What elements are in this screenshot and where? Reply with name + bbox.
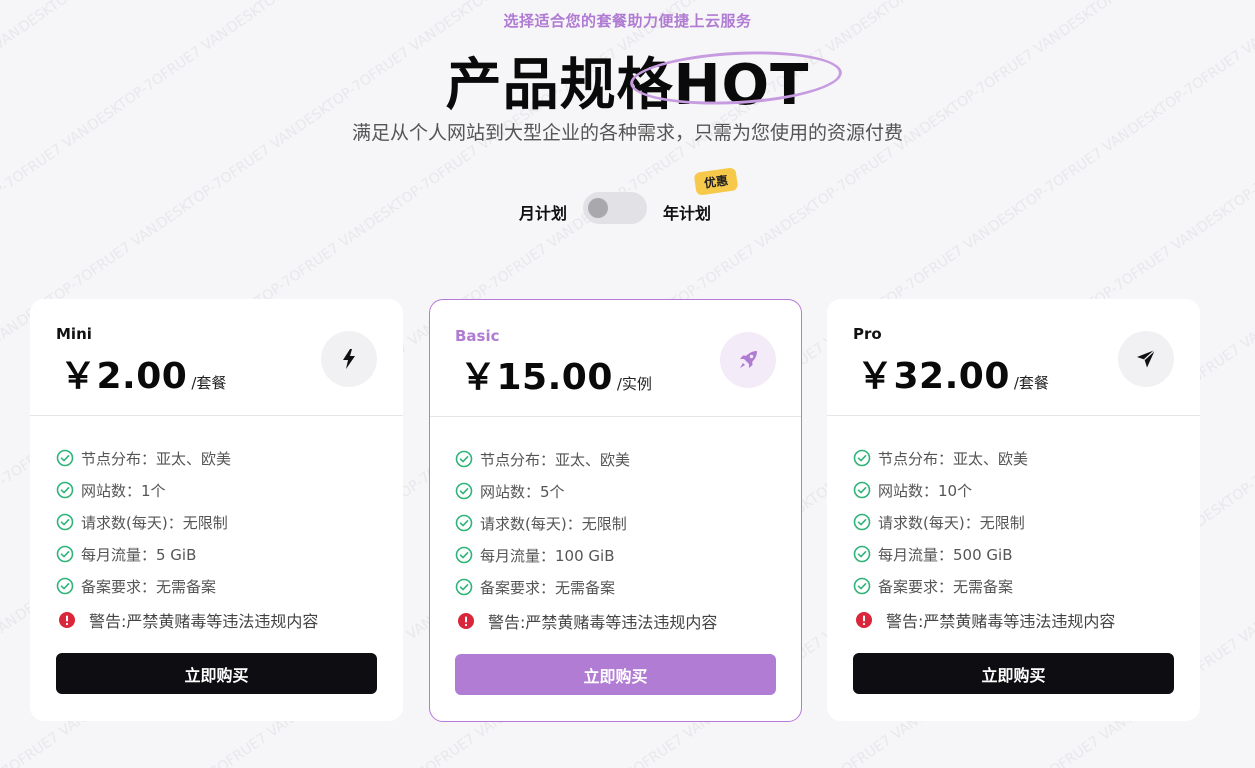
check-circle-icon — [455, 546, 473, 564]
check-circle-icon — [56, 481, 74, 499]
feature-item: 备案要求：无需备案 — [853, 570, 1115, 602]
warning-item: 警告:严禁黄赌毒等违法违规内容 — [853, 603, 1115, 637]
feature-item: 请求数(每天)：无限制 — [853, 506, 1115, 538]
feature-text: 网站数：10个 — [878, 481, 973, 500]
feature-text: 备案要求：无需备案 — [480, 578, 616, 597]
check-circle-icon — [56, 449, 74, 467]
check-circle-icon — [853, 545, 871, 563]
check-circle-icon — [853, 577, 871, 595]
feature-item: 每月流量：500 GiB — [853, 538, 1115, 570]
feature-item: 请求数(每天)：无限制 — [455, 507, 717, 539]
price-row: ￥15.00/实例 — [460, 348, 652, 400]
check-circle-icon — [853, 449, 871, 467]
billing-period-switch[interactable] — [583, 192, 647, 224]
lightning-icon — [321, 331, 377, 387]
feature-text: 备案要求：无需备案 — [878, 577, 1014, 596]
check-circle-icon — [853, 481, 871, 499]
feature-item: 请求数(每天)：无限制 — [56, 506, 318, 538]
plan-card-mini: Mini ￥2.00/套餐 节点分布：亚太、欧美 网站数：1个 请求数(每天)：… — [30, 299, 403, 721]
feature-text: 请求数(每天)：无限制 — [81, 513, 228, 532]
feature-item: 每月流量：100 GiB — [455, 539, 717, 571]
switch-knob — [588, 198, 608, 218]
feature-list: 节点分布：亚太、欧美 网站数：5个 请求数(每天)：无限制 每月流量：100 G… — [455, 443, 717, 638]
feature-text: 每月流量：5 GiB — [81, 545, 197, 564]
price-unit: /套餐 — [1013, 374, 1049, 392]
feature-text: 请求数(每天)：无限制 — [878, 513, 1025, 532]
feature-text: 网站数：1个 — [81, 481, 166, 500]
feature-text: 备案要求：无需备案 — [81, 577, 217, 596]
paper-plane-icon — [1118, 331, 1174, 387]
price-unit: /套餐 — [191, 374, 227, 392]
feature-item: 网站数：1个 — [56, 474, 318, 506]
alert-icon — [458, 613, 474, 629]
billing-toggle: 月计划 年计划 — [0, 192, 1255, 226]
feature-item: 备案要求：无需备案 — [455, 571, 717, 603]
plan-name: Basic — [455, 327, 500, 345]
warning-item: 警告:严禁黄赌毒等违法违规内容 — [455, 604, 717, 638]
check-circle-icon — [455, 578, 473, 596]
alert-icon — [59, 612, 75, 628]
warning-item: 警告:严禁黄赌毒等违法违规内容 — [56, 603, 318, 637]
feature-list: 节点分布：亚太、欧美 网站数：10个 请求数(每天)：无限制 每月流量：500 … — [853, 442, 1115, 637]
feature-item: 节点分布：亚太、欧美 — [56, 442, 318, 474]
plan-name: Mini — [56, 325, 92, 343]
card-divider — [30, 415, 403, 416]
price-row: ￥32.00/套餐 — [857, 347, 1049, 399]
feature-text: 节点分布：亚太、欧美 — [480, 450, 631, 469]
feature-item: 备案要求：无需备案 — [56, 570, 318, 602]
check-circle-icon — [853, 513, 871, 531]
plan-card-pro: Pro ￥32.00/套餐 节点分布：亚太、欧美 网站数：10个 请求数(每天)… — [827, 299, 1200, 721]
feature-text: 每月流量：100 GiB — [480, 546, 615, 565]
buy-now-button[interactable]: 立即购买 — [56, 653, 377, 694]
alert-icon — [856, 612, 872, 628]
feature-item: 每月流量：5 GiB — [56, 538, 318, 570]
page-subtitle: 满足从个人网站到大型企业的各种需求，只需为您使用的资源付费 — [351, 122, 903, 144]
feature-text: 节点分布：亚太、欧美 — [81, 449, 232, 468]
yearly-plan-label[interactable]: 年计划 — [663, 200, 711, 224]
price-unit: /实例 — [616, 375, 652, 393]
buy-now-button[interactable]: 立即购买 — [455, 654, 776, 695]
check-circle-icon — [56, 577, 74, 595]
check-circle-icon — [56, 513, 74, 531]
rocket-icon — [720, 332, 776, 388]
plan-price: ￥15.00 — [460, 357, 613, 398]
check-circle-icon — [455, 514, 473, 532]
card-divider — [430, 416, 801, 417]
check-circle-icon — [56, 545, 74, 563]
plan-price: ￥2.00 — [60, 356, 188, 397]
monthly-plan-label[interactable]: 月计划 — [519, 200, 567, 224]
card-divider — [827, 415, 1200, 416]
warning-text: 警告:严禁黄赌毒等违法违规内容 — [886, 612, 1116, 631]
feature-item: 节点分布：亚太、欧美 — [455, 443, 717, 475]
feature-item: 网站数：5个 — [455, 475, 717, 507]
feature-text: 网站数：5个 — [480, 482, 565, 501]
feature-text: 节点分布：亚太、欧美 — [878, 449, 1029, 468]
warning-text: 警告:严禁黄赌毒等违法违规内容 — [89, 612, 319, 631]
feature-text: 请求数(每天)：无限制 — [480, 514, 627, 533]
feature-item: 节点分布：亚太、欧美 — [853, 442, 1115, 474]
warning-text: 警告:严禁黄赌毒等违法违规内容 — [488, 613, 718, 632]
buy-now-button[interactable]: 立即购买 — [853, 653, 1174, 694]
feature-list: 节点分布：亚太、欧美 网站数：1个 请求数(每天)：无限制 每月流量：5 GiB… — [56, 442, 318, 637]
plan-name: Pro — [853, 325, 882, 343]
check-circle-icon — [455, 482, 473, 500]
plan-price: ￥32.00 — [857, 356, 1010, 397]
check-circle-icon — [455, 450, 473, 468]
feature-item: 网站数：10个 — [853, 474, 1115, 506]
plan-card-basic: Basic ￥15.00/实例 节点分布：亚太、欧美 网站数：5个 请求数(每天… — [429, 299, 802, 722]
feature-text: 每月流量：500 GiB — [878, 545, 1013, 564]
price-row: ￥2.00/套餐 — [60, 347, 226, 399]
section-kicker: 选择适合您的套餐助力便捷上云服务 — [503, 12, 752, 30]
